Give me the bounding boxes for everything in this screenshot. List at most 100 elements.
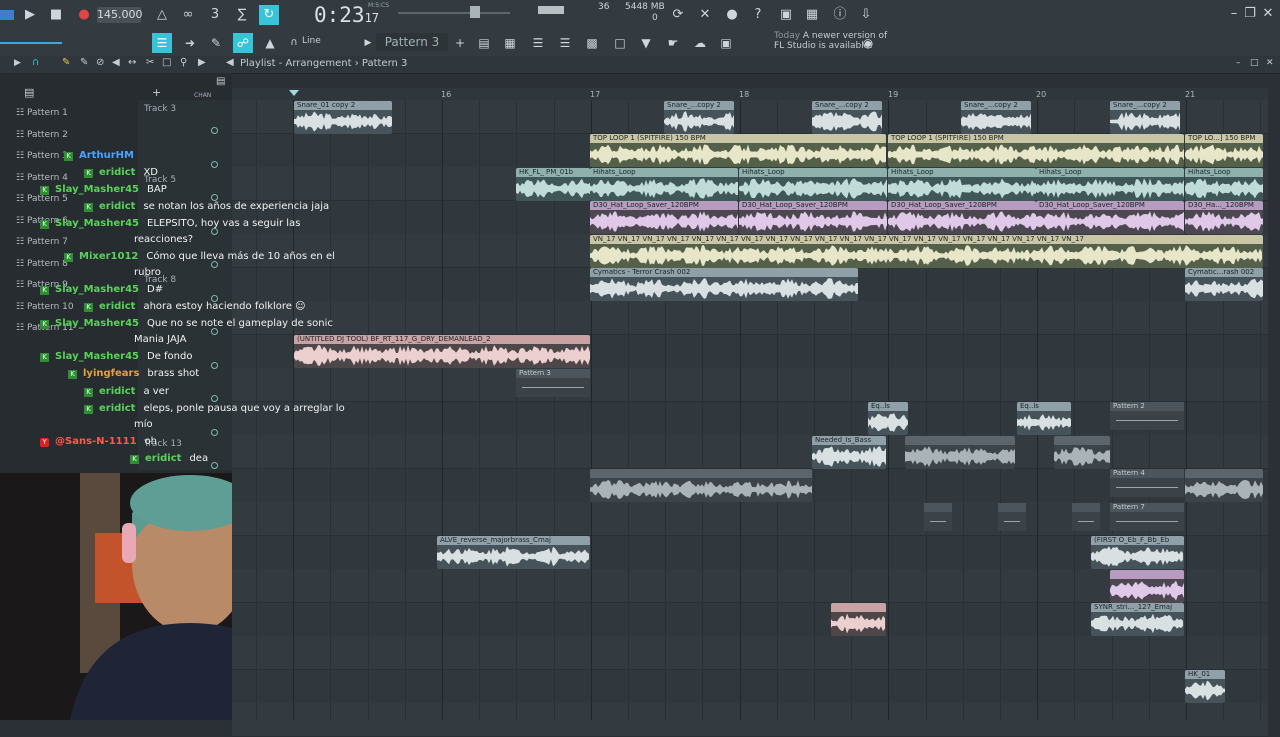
audio-clip[interactable]: HK_01 — [1185, 670, 1225, 703]
delete-tool-icon[interactable]: ⊘ — [96, 57, 104, 68]
help-icon[interactable]: ? — [748, 5, 768, 25]
audio-clip[interactable]: Snare_...copy 2 — [812, 100, 882, 134]
mixer-icon[interactable]: ▦ — [802, 5, 822, 25]
touch-icon[interactable]: ☛ — [663, 33, 683, 53]
audio-clip[interactable] — [1110, 569, 1184, 603]
browser-icon[interactable]: ☰ — [528, 33, 548, 53]
back-arrow-icon[interactable]: ◀ — [226, 57, 234, 68]
channel-rack-icon[interactable]: ▤ — [474, 33, 494, 53]
pattern-selector[interactable]: Pattern 3 — [376, 33, 448, 51]
refresh-icon[interactable]: ⟳ — [668, 5, 688, 25]
wait-icon[interactable]: ∞ — [178, 5, 198, 25]
audio-clip[interactable]: VN_17 VN_17 VN_17 VN_17 VN_17 VN_17 VN_1… — [590, 234, 1263, 268]
audio-clip[interactable]: TOP LO...] 150 BPM — [1185, 134, 1263, 167]
stop-icon[interactable]: ■ — [46, 5, 66, 25]
select-tool-icon[interactable]: □ — [162, 57, 171, 68]
audio-clip[interactable]: D30_Hat_Loop_Saver_120BPM — [1036, 201, 1184, 234]
cart-icon[interactable]: ▣ — [716, 33, 736, 53]
download-icon[interactable]: ⇩ — [856, 5, 876, 25]
tools-icon[interactable]: ✕ — [695, 5, 715, 25]
arrow-right-icon[interactable]: ➜ — [180, 33, 200, 53]
audio-clip[interactable]: Hihats_Loop — [1185, 167, 1263, 201]
add-track-icon[interactable]: + — [152, 86, 161, 99]
pattern-clip[interactable]: Pattern 4 — [1110, 469, 1184, 497]
project-icon[interactable]: □ — [610, 33, 630, 53]
pattern-clip[interactable]: Pattern 7 — [1110, 502, 1184, 531]
draw-tool-icon[interactable]: ✎ — [62, 57, 70, 68]
globe-icon[interactable]: ◉ — [858, 33, 878, 53]
play-icon[interactable]: ▶ — [20, 5, 40, 25]
audio-clip[interactable]: D30_Hat_Loop_Saver_120BPM — [739, 201, 887, 234]
countdown-icon[interactable]: 3 — [205, 5, 225, 25]
playlist-view-icon[interactable]: ☰ — [152, 33, 172, 53]
playlist-minimize-icon[interactable]: – — [1236, 58, 1241, 68]
playlist-menu-icon[interactable]: ▶ — [14, 58, 21, 68]
slice-tool-icon[interactable]: ✂ — [146, 57, 154, 68]
audio-clip[interactable]: Snare_...copy 2 — [1110, 100, 1180, 134]
pattern-item[interactable]: ☷ Pattern 1 — [16, 108, 68, 118]
cloud-icon[interactable]: ☁ — [690, 33, 710, 53]
restore-icon[interactable]: ❐ — [1240, 4, 1260, 24]
playback-tool-icon[interactable]: ▶ — [198, 57, 206, 68]
mixer2-icon[interactable]: ☰ — [555, 33, 575, 53]
pattern-item[interactable]: ☷ Pattern 3 — [16, 151, 68, 161]
audio-clip[interactable]: Cymatics - Terror Crash 002 — [590, 268, 858, 301]
playlist-close-icon[interactable]: ✕ — [1266, 58, 1274, 68]
microphone-icon[interactable]: ● — [722, 5, 742, 25]
paint-tool-icon[interactable]: ✎ — [80, 57, 88, 68]
timeline-ruler[interactable] — [232, 88, 1268, 100]
audio-clip[interactable]: ALVE_reverse_majorbrass_Cmaj — [437, 536, 590, 569]
picker-toggle-icon[interactable]: ▤ — [24, 86, 34, 99]
piano-roll-icon[interactable]: ▦ — [500, 33, 520, 53]
audio-clip[interactable]: Snare_...copy 2 — [664, 100, 734, 134]
metronome-icon[interactable]: △ — [152, 5, 172, 25]
track-mute-led[interactable] — [211, 428, 218, 436]
song-mode-toggle[interactable] — [0, 10, 14, 20]
record-icon[interactable]: ● — [74, 5, 94, 25]
volume-handle[interactable] — [470, 6, 480, 18]
snap-selector[interactable]: Line — [302, 36, 321, 46]
step-edit-icon[interactable]: ∑ — [232, 5, 252, 25]
pattern-clip[interactable] — [1072, 502, 1100, 531]
audio-clip[interactable] — [831, 603, 886, 636]
pattern-item[interactable]: ☷ Pattern 8 — [16, 259, 68, 269]
link-icon[interactable]: ☍ — [233, 33, 253, 53]
pattern-item[interactable]: ☷ Pattern 4 — [16, 173, 68, 183]
audio-clip[interactable]: Cymatic...rash 002 — [1185, 268, 1263, 301]
track-name[interactable]: Track 3 — [144, 104, 176, 114]
audio-clip[interactable]: D30_Hat_Loop_Saver_120BPM — [590, 201, 738, 234]
magnet-icon[interactable]: ∩ — [284, 33, 304, 53]
audio-clip[interactable] — [590, 469, 812, 502]
slip-tool-icon[interactable]: ↔ — [128, 57, 136, 68]
zoom-tool-icon[interactable]: ⚲ — [180, 57, 187, 68]
pattern-clip[interactable] — [924, 502, 952, 531]
audio-clip[interactable]: Hihats_Loop — [590, 167, 738, 201]
track-mute-led[interactable] — [211, 462, 218, 469]
pattern-clip[interactable] — [998, 502, 1026, 531]
audio-clip[interactable]: HK_FL_ PM_01b — [516, 167, 590, 201]
plug-icon[interactable]: ▼ — [636, 33, 656, 53]
audio-clip[interactable] — [1185, 469, 1263, 502]
audio-clip[interactable]: D30_Ha..._120BPM — [1185, 201, 1263, 234]
audio-clip[interactable]: Snare_...copy 2 — [961, 100, 1031, 134]
grid-icon[interactable]: ▤ — [216, 76, 225, 87]
plugin-icon[interactable]: ▩ — [582, 33, 602, 53]
paint-icon[interactable]: ✎ — [206, 33, 226, 53]
audio-clip[interactable]: Hihats_Loop — [1036, 167, 1184, 201]
audio-clip[interactable]: Snare_01 copy 2 — [294, 100, 392, 134]
audio-clip[interactable] — [1054, 435, 1110, 469]
pattern-item[interactable]: ☷ Pattern 7 — [16, 237, 68, 247]
master-volume-slider[interactable] — [398, 12, 510, 14]
pattern-clip[interactable]: Pattern 2 — [1110, 402, 1184, 430]
playlist-restore-icon[interactable]: □ — [1250, 58, 1259, 68]
audio-clip[interactable]: Needed_Is_Bass — [812, 435, 886, 469]
stamp-icon[interactable]: ▲ — [260, 33, 280, 53]
audio-clip[interactable]: Eq..ls — [1017, 402, 1071, 435]
pattern-clip[interactable]: Pattern 3 — [516, 368, 590, 397]
add-pattern-icon[interactable]: + — [450, 33, 470, 53]
playhead-marker[interactable] — [289, 90, 299, 96]
mute-tool-icon[interactable]: ◀ — [112, 57, 120, 68]
audio-clip[interactable]: TOP LOOP 1 (SPITFIRE) 150 BPM — [888, 134, 1184, 167]
track-mute-led[interactable] — [211, 160, 218, 168]
save-icon[interactable]: ▣ — [776, 5, 796, 25]
